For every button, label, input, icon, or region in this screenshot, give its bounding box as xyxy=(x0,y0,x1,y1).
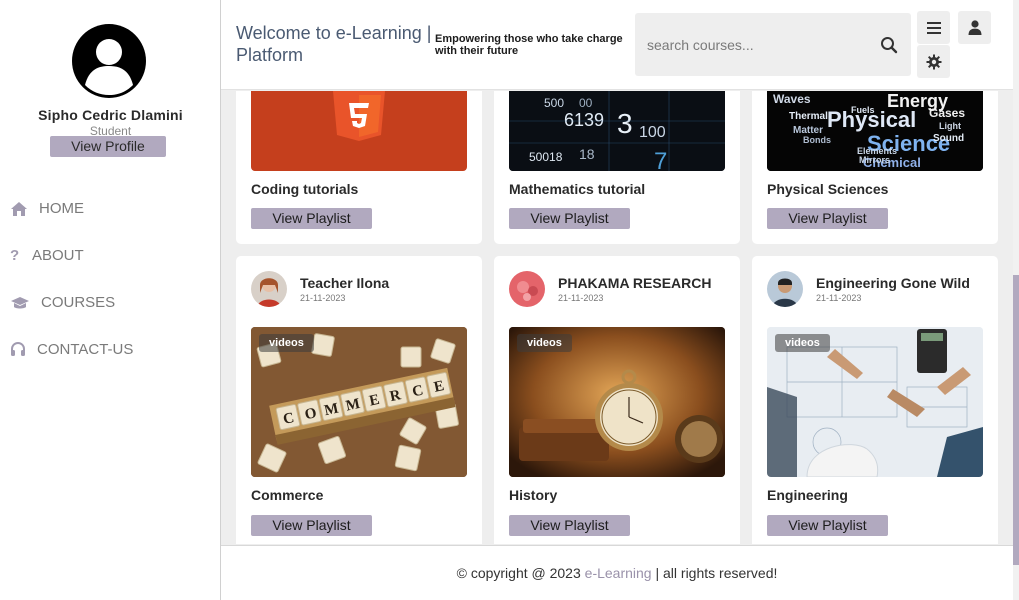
view-playlist-button[interactable]: View Playlist xyxy=(509,515,630,536)
tutor-date: 21-11-2023 xyxy=(816,293,862,303)
course-card: Engineering Gone Wild 21-11-2023 videos … xyxy=(752,256,998,544)
course-thumbnail[interactable]: videos xyxy=(767,327,983,477)
course-thumbnail[interactable]: C O M M E R C E videos xyxy=(251,327,467,477)
html5-logo-icon xyxy=(333,91,385,141)
number-tile: 100 xyxy=(639,124,666,141)
menu-icon xyxy=(926,21,941,34)
tutor-date: 21-11-2023 xyxy=(558,293,604,303)
user-icon xyxy=(968,20,981,35)
footer: © copyright @ 2023 e-Learning | all righ… xyxy=(221,545,1013,600)
numbers-image: 500 00 6139 3 100 50018 18 7 xyxy=(509,91,725,171)
tutor-text: PHAKAMA RESEARCH 21-11-2023 xyxy=(558,275,712,303)
tutor-name: Engineering Gone Wild xyxy=(816,275,970,291)
view-playlist-button[interactable]: View Playlist xyxy=(509,208,630,229)
tutor-avatar xyxy=(509,271,545,307)
course-card: Teacher Ilona 21-11-2023 C O M M E R C E… xyxy=(236,256,482,544)
course-thumbnail[interactable] xyxy=(251,91,467,171)
course-card: Coding tutorials View Playlist xyxy=(236,91,482,244)
question-icon: ? xyxy=(10,247,20,264)
view-playlist-button[interactable]: View Playlist xyxy=(251,208,372,229)
tutor-info[interactable]: Teacher Ilona 21-11-2023 xyxy=(251,271,389,307)
tutor-text: Teacher Ilona 21-11-2023 xyxy=(300,275,389,303)
number-tile: 7 xyxy=(654,148,667,171)
gear-icon xyxy=(926,54,941,69)
footer-rights: | all rights reserved! xyxy=(651,565,778,581)
wordcloud-word: Gases xyxy=(929,106,965,120)
course-card: 500 00 6139 3 100 50018 18 7 Mathematics… xyxy=(494,91,740,244)
course-title: Commerce xyxy=(251,487,324,503)
course-card: PHAKAMA RESEARCH 21-11-2023 videos Histo… xyxy=(494,256,740,544)
view-playlist-button[interactable]: View Playlist xyxy=(767,208,888,229)
course-title: Physical Sciences xyxy=(767,181,889,197)
tutor-info[interactable]: PHAKAMA RESEARCH 21-11-2023 xyxy=(509,271,712,307)
home-icon xyxy=(10,200,32,218)
tutor-name: PHAKAMA RESEARCH xyxy=(558,275,712,291)
course-thumbnail[interactable]: Physical Energy Science Chemical Waves T… xyxy=(767,91,983,171)
user-avatar-icon xyxy=(72,24,146,98)
number-tile: 500 xyxy=(544,96,564,110)
course-title: Engineering xyxy=(767,487,848,503)
course-thumbnail[interactable]: 500 00 6139 3 100 50018 18 7 xyxy=(509,91,725,171)
sidebar-item-courses[interactable]: COURSES xyxy=(0,279,221,326)
sidebar-item-home[interactable]: HOME xyxy=(0,185,221,232)
tagline: Empowering those who take charge with th… xyxy=(435,33,623,57)
tutor-date: 21-11-2023 xyxy=(300,293,346,303)
sidebar-item-label: CONTACT-US xyxy=(37,341,134,358)
number-tile: 50018 xyxy=(529,150,563,164)
wordcloud-word: Bonds xyxy=(803,135,831,145)
sidebar-item-about[interactable]: ? ABOUT xyxy=(0,232,221,279)
search-input[interactable] xyxy=(647,33,867,57)
scrollbar-thumb[interactable] xyxy=(1013,275,1019,565)
footer-copyright: © copyright @ 2023 xyxy=(456,565,585,581)
tutor-avatar xyxy=(767,271,803,307)
graduation-cap-icon xyxy=(10,294,35,312)
view-playlist-button[interactable]: View Playlist xyxy=(251,515,372,536)
sidebar-item-contact[interactable]: CONTACT-US xyxy=(0,326,221,373)
view-playlist-button[interactable]: View Playlist xyxy=(767,515,888,536)
number-tile: 18 xyxy=(579,146,595,162)
course-title: Mathematics tutorial xyxy=(509,181,646,197)
course-card: Physical Energy Science Chemical Waves T… xyxy=(752,91,998,244)
science-wordcloud-image: Physical Energy Science Chemical Waves T… xyxy=(767,91,983,171)
course-title: Coding tutorials xyxy=(251,181,359,197)
tutor-text: Engineering Gone Wild 21-11-2023 xyxy=(816,275,970,303)
sidebar-item-label: ABOUT xyxy=(32,247,84,264)
brand-title[interactable]: Welcome to e-Learning | Platform xyxy=(236,22,436,66)
course-title: History xyxy=(509,487,558,503)
headset-icon xyxy=(10,341,31,359)
user-button[interactable] xyxy=(958,11,991,44)
footer-brand-link[interactable]: e-Learning xyxy=(585,565,652,581)
wordcloud-word: Sound xyxy=(933,133,964,144)
profile-name: Sipho Cedric Dlamini xyxy=(38,107,183,123)
header: Welcome to e-Learning | Platform Empower… xyxy=(221,0,1013,90)
wordcloud-word: Waves xyxy=(773,92,811,106)
settings-button[interactable] xyxy=(917,45,950,78)
tutor-info[interactable]: Engineering Gone Wild 21-11-2023 xyxy=(767,271,970,307)
sidebar-item-label: COURSES xyxy=(41,294,116,311)
sidebar-item-label: HOME xyxy=(39,200,84,217)
number-tile: 00 xyxy=(579,96,593,110)
tutor-avatar xyxy=(251,271,287,307)
sidebar-nav: HOME ? ABOUT COURSES CONTACT-US xyxy=(0,185,221,373)
search-icon[interactable] xyxy=(880,36,898,54)
wordcloud-word: Mirrors xyxy=(859,155,890,165)
number-tile: 3 xyxy=(617,108,633,139)
sidebar: Sipho Cedric Dlamini Student View Profil… xyxy=(0,0,221,600)
video-badge: videos xyxy=(259,334,314,352)
wordcloud-word: Light xyxy=(939,121,961,131)
search-box xyxy=(635,13,911,76)
video-badge: videos xyxy=(775,334,830,352)
number-tile: 6139 xyxy=(564,110,604,130)
wordcloud-word: Thermal xyxy=(789,111,828,122)
wordcloud-word: Fuels xyxy=(851,105,875,115)
menu-button[interactable] xyxy=(917,11,950,44)
tutor-name: Teacher Ilona xyxy=(300,275,390,291)
video-badge: videos xyxy=(517,334,572,352)
course-grid: Coding tutorials View Playlist 500 00 61… xyxy=(221,91,1013,544)
course-thumbnail[interactable]: videos xyxy=(509,327,725,477)
view-profile-button[interactable]: View Profile xyxy=(50,136,166,157)
